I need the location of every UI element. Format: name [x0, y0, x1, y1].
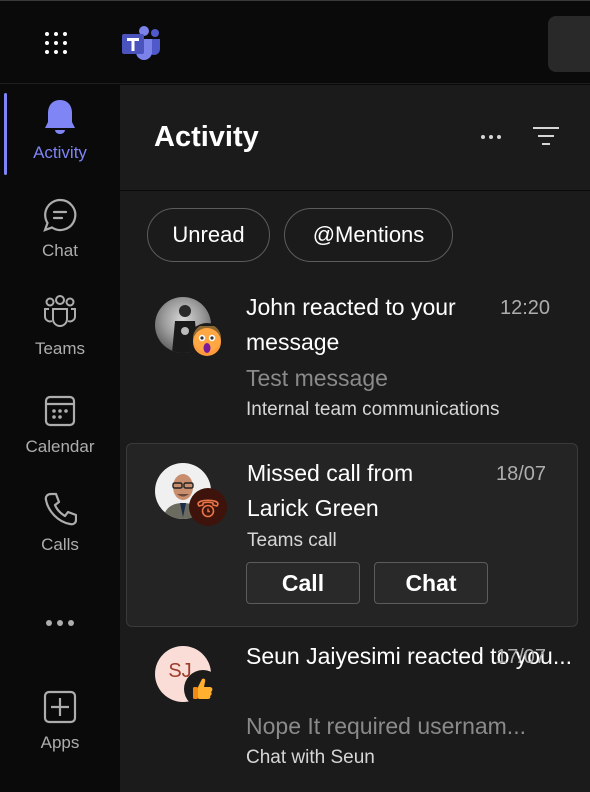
dot [481, 135, 485, 139]
teams-icon [40, 293, 80, 333]
activity-preview: Nope It required usernam... [246, 713, 526, 739]
activity-item-selected[interactable]: Missed call from Larick Green 18/07 Team… [126, 443, 578, 627]
chat-button[interactable]: Chat [374, 562, 488, 604]
rail-label: Activity [33, 143, 87, 162]
activity-context: Teams call [247, 530, 337, 551]
filter-chip-unread[interactable]: Unread [147, 208, 270, 262]
chat-icon [40, 195, 80, 235]
activity-preview: Test message [246, 365, 388, 391]
dot [497, 135, 501, 139]
dot [63, 40, 68, 45]
filter-icon[interactable] [530, 123, 562, 151]
activity-title: John reacted to your message [246, 294, 456, 355]
rail-item-chat[interactable]: Chat [0, 185, 120, 275]
thumbs-up-emoji-icon [184, 670, 222, 708]
activity-time: 17/07 [496, 646, 547, 668]
rail-item-calendar[interactable]: Calendar [0, 381, 120, 471]
filter-chip-mentions[interactable]: @Mentions [284, 208, 453, 262]
dot [489, 135, 493, 139]
dot [63, 31, 68, 36]
rail-item-teams[interactable]: Teams [0, 283, 120, 373]
activity-time: 18/07 [496, 463, 547, 485]
dot [44, 50, 49, 55]
call-button[interactable]: Call [246, 562, 360, 604]
rail-item-activity[interactable]: Activity [0, 87, 120, 177]
calendar-icon [40, 391, 80, 431]
search-box[interactable] [548, 16, 590, 72]
dot [53, 31, 58, 36]
activity-pane: Activity Unread @Mentions John reacted t… [120, 85, 590, 792]
dot [44, 31, 49, 36]
activity-item[interactable]: SJ Seun Jaiyesimi reacted to you... 17/0… [126, 635, 578, 792]
bell-icon [40, 97, 80, 137]
activity-item[interactable]: John reacted to your message 12:20 Test … [126, 285, 578, 435]
rail-item-more[interactable] [0, 599, 120, 649]
teams-logo-icon [122, 26, 160, 60]
activity-time: 12:20 [500, 297, 551, 319]
rail-label: Calendar [25, 437, 95, 456]
phone-icon [40, 489, 80, 529]
more-horizontal-icon [40, 603, 80, 643]
dot [53, 40, 58, 45]
activity-context: Chat with Seun [246, 747, 375, 768]
title-bar [0, 0, 590, 84]
rail-label: Apps [40, 733, 80, 752]
more-options-button[interactable] [476, 125, 506, 149]
app-rail: Activity Chat Teams Calendar Calls Apps [0, 85, 120, 792]
missed-call-icon [189, 488, 227, 526]
surprised-emoji-icon [188, 323, 226, 361]
app-launcher-button[interactable] [42, 29, 70, 57]
dot [44, 40, 49, 45]
activity-title: Seun Jaiyesimi reacted to you... [246, 643, 572, 669]
dot [63, 50, 68, 55]
rail-label: Calls [41, 535, 79, 554]
pane-header: Activity [120, 85, 590, 191]
rail-label: Chat [42, 241, 78, 260]
rail-label: Teams [34, 339, 86, 358]
add-app-icon [40, 687, 80, 727]
rail-item-calls[interactable]: Calls [0, 479, 120, 569]
activity-context: Internal team communications [246, 399, 500, 420]
rail-item-apps[interactable]: Apps [0, 677, 120, 767]
activity-title: Missed call from Larick Green [247, 460, 414, 521]
dot [53, 50, 58, 55]
page-title: Activity [154, 121, 259, 153]
